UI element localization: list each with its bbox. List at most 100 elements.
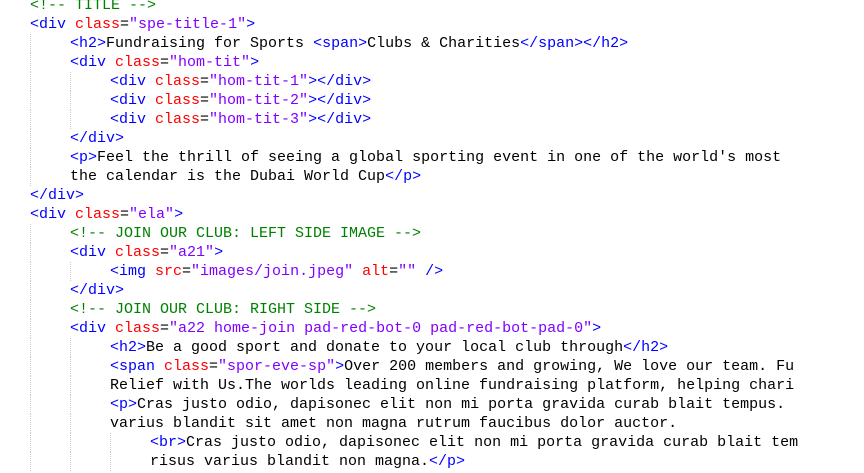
- code-editor[interactable]: <!-- TITLE --> <div class="spe-title-1"> <…: [0, 0, 864, 473]
- code-line[interactable]: </div>: [30, 186, 84, 205]
- code-line[interactable]: <p>Feel the thrill of seeing a global sp…: [70, 148, 781, 167]
- code-line[interactable]: varius blandit sit amet non magna rutrum…: [110, 414, 677, 433]
- indent-guide: [30, 433, 31, 452]
- indent-guide: [70, 91, 71, 110]
- indent-guide: [30, 357, 31, 376]
- code-line[interactable]: <div class="spe-title-1">: [30, 15, 255, 34]
- code-token-tag: <span: [110, 358, 156, 375]
- code-line[interactable]: <h2>Fundraising for Sports <span>Clubs &…: [70, 34, 628, 53]
- code-token-tag: </p>: [429, 453, 466, 470]
- code-token-tag: <br>: [150, 434, 187, 451]
- indent-guide: [70, 414, 71, 433]
- code-token-tag: </div>: [70, 130, 125, 147]
- code-line[interactable]: <img src="images/join.jpeg" alt="" />: [110, 262, 443, 281]
- code-token-value: "spor-eve-sp": [218, 358, 336, 375]
- code-token-tag: >: [174, 206, 184, 223]
- code-token-text: varius blandit sit amet non magna rutrum…: [110, 415, 678, 432]
- code-token-tag: <div: [30, 206, 67, 223]
- indent-guide: [30, 395, 31, 414]
- code-line[interactable]: <div class="hom-tit">: [70, 53, 259, 72]
- code-token-tag: />: [416, 263, 444, 280]
- code-token-text: Over 200 members and growing, We love ou…: [344, 358, 795, 375]
- code-token-value: "a21": [169, 244, 215, 261]
- code-token-text: =: [160, 54, 170, 71]
- code-token-tag: <div: [70, 320, 107, 337]
- code-line[interactable]: <div class="a21">: [70, 243, 223, 262]
- code-token-attr: class: [106, 244, 161, 261]
- code-token-value: "": [398, 263, 417, 280]
- indent-guide: [30, 262, 31, 281]
- code-line[interactable]: <br>Cras justo odio, dapisonec elit non …: [150, 433, 798, 452]
- code-token-attr: class: [66, 206, 121, 223]
- code-token-attr: class: [146, 92, 201, 109]
- indent-guide: [30, 110, 31, 129]
- code-line[interactable]: <p>Cras justo odio, dapisonec elit non m…: [110, 395, 785, 414]
- indent-guide: [30, 376, 31, 395]
- code-line[interactable]: <!-- JOIN OUR CLUB: RIGHT SIDE -->: [70, 300, 376, 319]
- code-token-attr: class: [106, 54, 161, 71]
- indent-guide: [30, 414, 31, 433]
- code-token-value: "images/join.jpeg": [191, 263, 354, 280]
- indent-guide: [70, 452, 71, 471]
- code-line[interactable]: Relief with Us.The worlds leading online…: [110, 376, 794, 395]
- code-token-attr: class: [106, 320, 161, 337]
- code-token-value: "hom-tit-3": [209, 111, 309, 128]
- indent-guide: [30, 148, 31, 167]
- code-token-text: risus varius blandit non magna.: [150, 453, 430, 470]
- code-line[interactable]: <div class="ela">: [30, 205, 183, 224]
- code-token-tag: <h2>: [70, 35, 107, 52]
- code-token-text: =: [120, 16, 130, 33]
- code-token-tag: </div>: [30, 187, 85, 204]
- code-token-attr: src: [146, 263, 183, 280]
- code-line[interactable]: <div class="hom-tit-3"></div>: [110, 110, 371, 129]
- code-token-value: "hom-tit-2": [209, 92, 309, 109]
- indent-guide: [70, 395, 71, 414]
- code-line[interactable]: </div>: [70, 129, 124, 148]
- code-token-attr: class: [155, 358, 210, 375]
- indent-guide: [30, 300, 31, 319]
- code-line[interactable]: <div class="a22 home-join pad-red-bot-0 …: [70, 319, 601, 338]
- code-token-text: the calendar is the Dubai World Cup: [70, 168, 386, 185]
- code-token-tag: <p>: [110, 396, 138, 413]
- code-token-text: Be a good sport and donate to your local…: [146, 339, 624, 356]
- code-token-attr: class: [66, 16, 121, 33]
- code-token-tag: <div: [110, 73, 147, 90]
- code-line[interactable]: the calendar is the Dubai World Cup</p>: [70, 167, 421, 186]
- code-token-text: Clubs & Charities: [367, 35, 521, 52]
- code-token-text: =: [209, 358, 219, 375]
- code-token-text: Relief with Us.The worlds leading online…: [110, 377, 795, 394]
- code-line[interactable]: <!-- TITLE -->: [30, 0, 156, 15]
- code-token-value: "hom-tit": [169, 54, 251, 71]
- code-token-text: =: [200, 92, 210, 109]
- code-token-text: =: [200, 73, 210, 90]
- code-token-text: Feel the thrill of seeing a global sport…: [97, 149, 782, 166]
- code-token-attr: class: [146, 111, 201, 128]
- code-token-tag: >: [214, 244, 224, 261]
- indent-guide: [30, 91, 31, 110]
- code-token-tag: >: [250, 54, 260, 71]
- code-token-comment: <!-- JOIN OUR CLUB: RIGHT SIDE -->: [70, 301, 377, 318]
- code-token-text: Fundraising for Sports: [106, 35, 314, 52]
- indent-guide: [30, 53, 31, 72]
- code-token-comment: <!-- JOIN OUR CLUB: LEFT SIDE IMAGE -->: [70, 225, 422, 242]
- code-line[interactable]: <div class="hom-tit-2"></div>: [110, 91, 371, 110]
- indent-guide: [30, 319, 31, 338]
- indent-guide: [70, 72, 71, 91]
- code-line[interactable]: <span class="spor-eve-sp">Over 200 membe…: [110, 357, 794, 376]
- code-line[interactable]: </div>: [70, 281, 124, 300]
- code-line[interactable]: <div class="hom-tit-1"></div>: [110, 72, 371, 91]
- indent-guide: [30, 167, 31, 186]
- code-line[interactable]: <!-- JOIN OUR CLUB: LEFT SIDE IMAGE -->: [70, 224, 421, 243]
- indent-guide: [70, 110, 71, 129]
- code-token-tag: >: [335, 358, 345, 375]
- code-token-text: Cras justo odio, dapisonec elit non mi p…: [137, 396, 786, 413]
- indent-guide: [30, 452, 31, 471]
- indent-guide: [30, 281, 31, 300]
- indent-guide: [110, 452, 111, 471]
- code-token-tag: <p>: [70, 149, 98, 166]
- indent-guide: [30, 243, 31, 262]
- indent-guide: [30, 72, 31, 91]
- code-line[interactable]: <h2>Be a good sport and donate to your l…: [110, 338, 668, 357]
- code-line[interactable]: risus varius blandit non magna.</p>: [150, 452, 465, 471]
- code-token-tag: <div: [70, 54, 107, 71]
